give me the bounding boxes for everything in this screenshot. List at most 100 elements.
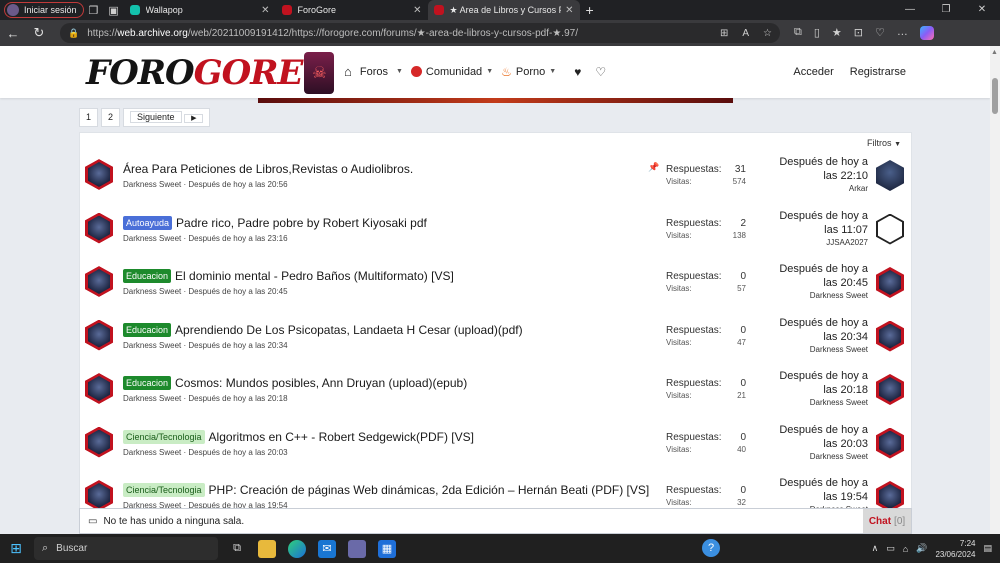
last-poster-avatar[interactable] xyxy=(876,213,904,245)
thread-row[interactable]: Autoayuda Padre rico, Padre pobre by Robe… xyxy=(80,209,913,262)
thread-prefix-badge[interactable]: Educacion xyxy=(123,376,172,390)
filters-button[interactable]: Filtros ▼ xyxy=(867,138,901,148)
app-icon[interactable] xyxy=(348,539,366,558)
extensions-icon[interactable]: ⧉ xyxy=(794,26,802,40)
page-scrollbar[interactable]: ▲ xyxy=(990,46,1000,534)
thread-title-link[interactable]: El dominio mental - Pedro Baños (Multifo… xyxy=(175,269,454,283)
url-field[interactable]: 🔒 https://web.archive.org/web/2021100919… xyxy=(60,23,780,43)
thread-author-link[interactable]: Darkness Sweet xyxy=(123,448,181,457)
thread-author-link[interactable]: Darkness Sweet xyxy=(123,394,181,403)
last-poster-avatar[interactable] xyxy=(876,427,904,459)
tray-chevron-up-icon[interactable]: ∧ xyxy=(872,543,879,554)
last-post-date[interactable]: Después de hoy a las 20:18 xyxy=(770,369,868,397)
browser-tab[interactable]: ForoGore ✕ xyxy=(276,0,428,20)
thread-title-link[interactable]: Aprendiendo De Los Psicopatas, Landaeta … xyxy=(175,323,523,337)
tab-actions-icon[interactable]: ▣ xyxy=(104,0,124,20)
thread-author-link[interactable]: Darkness Sweet xyxy=(123,287,181,296)
thread-prefix-badge[interactable]: Educacion xyxy=(123,269,172,283)
thread-title-link[interactable]: Padre rico, Padre pobre by Robert Kiyosa… xyxy=(176,216,427,230)
thread-author-link[interactable]: Darkness Sweet xyxy=(123,341,181,350)
profile-button[interactable]: Iniciar sesión xyxy=(4,2,84,18)
collections-icon[interactable]: ⊡ xyxy=(854,26,863,40)
chat-toggle-button[interactable]: Chat [0] xyxy=(863,509,911,533)
copilot-icon[interactable] xyxy=(919,26,934,40)
login-link[interactable]: Acceder xyxy=(793,66,833,78)
author-avatar[interactable] xyxy=(85,373,113,404)
author-avatar[interactable] xyxy=(85,426,113,458)
thread-prefix-badge[interactable]: Ciencia/Tecnologia xyxy=(123,483,205,497)
thread-author-link[interactable]: Darkness Sweet xyxy=(123,180,181,189)
last-poster-avatar[interactable] xyxy=(876,320,904,352)
last-post-date[interactable]: Después de hoy a las 20:45 xyxy=(770,262,868,290)
taskbar-search[interactable]: ⌕ Buscar xyxy=(34,537,218,560)
page-1-link[interactable]: 1 xyxy=(79,108,99,127)
apps-icon[interactable]: ⊞ xyxy=(720,28,728,39)
close-tab-icon[interactable]: ✕ xyxy=(565,5,573,16)
heart-outline-icon[interactable]: ♡ xyxy=(595,65,606,79)
volume-icon[interactable]: 🔊 xyxy=(916,543,927,554)
browser-essentials-icon[interactable]: ♡ xyxy=(875,26,885,40)
last-post-user[interactable]: Darkness Sweet xyxy=(770,344,868,356)
back-icon[interactable]: ← xyxy=(0,26,26,41)
thread-row[interactable]: Educacion Aprendiendo De Los Psicopatas, … xyxy=(80,316,913,369)
nav-foros[interactable]: Foros xyxy=(360,66,388,78)
file-explorer-icon[interactable] xyxy=(258,539,276,558)
last-post-user[interactable]: Arkar xyxy=(770,183,868,195)
minimize-icon[interactable]: — xyxy=(892,0,928,20)
split-screen-icon[interactable]: ▯ xyxy=(814,26,820,40)
last-poster-avatar[interactable] xyxy=(876,267,904,298)
author-avatar[interactable] xyxy=(85,159,113,190)
thread-prefix-badge[interactable]: Educacion xyxy=(123,322,172,337)
home-icon[interactable]: ⌂ xyxy=(344,64,352,79)
last-post-user[interactable]: Darkness Sweet xyxy=(770,290,868,302)
last-post-date[interactable]: Después de hoy a las 20:34 xyxy=(770,316,868,344)
more-menu-icon[interactable]: … xyxy=(897,26,908,40)
new-tab-button[interactable]: + xyxy=(580,2,600,18)
help-icon[interactable]: ? xyxy=(702,539,720,557)
thread-title-link[interactable]: PHP: Creación de páginas Web dinámicas, … xyxy=(209,483,650,497)
thread-prefix-badge[interactable]: Autoayuda xyxy=(123,215,173,230)
next-page-link[interactable]: Siguiente ▶ xyxy=(123,108,211,127)
last-poster-avatar[interactable] xyxy=(876,160,904,191)
last-post-user[interactable]: JJSAA2027 xyxy=(770,237,868,249)
notifications-icon[interactable]: ▤ xyxy=(983,543,992,554)
thread-row[interactable]: Área Para Peticiones de Libros,Revistas … xyxy=(80,155,913,208)
thread-title-link[interactable]: Área Para Peticiones de Libros,Revistas … xyxy=(123,162,413,176)
edge-browser-icon[interactable] xyxy=(288,539,306,558)
favorites-icon[interactable]: ★ xyxy=(832,26,842,40)
foros-dropdown-caret-icon[interactable]: ▼ xyxy=(396,68,403,75)
last-post-date[interactable]: Después de hoy a las 19:54 xyxy=(770,476,868,504)
register-link[interactable]: Registrarse xyxy=(850,66,906,78)
thread-title-link[interactable]: Algoritmos en C++ - Robert Sedgewick(PDF… xyxy=(209,430,474,444)
close-window-icon[interactable]: ✕ xyxy=(964,0,1000,20)
maximize-icon[interactable]: ❐ xyxy=(928,0,964,20)
thread-prefix-badge[interactable]: Ciencia/Tecnologia xyxy=(123,429,205,444)
last-poster-avatar[interactable] xyxy=(876,374,904,405)
site-logo[interactable]: FORO GORE ☠ xyxy=(86,52,335,94)
author-avatar[interactable] xyxy=(85,480,113,511)
close-tab-icon[interactable]: ✕ xyxy=(413,5,421,16)
task-view-icon[interactable]: ⧉ xyxy=(228,540,246,558)
browser-tab[interactable]: ★ Area de Libros y Cursos PDF ★✕ xyxy=(427,0,580,20)
network-icon[interactable]: ⌂ xyxy=(903,544,908,554)
author-avatar[interactable] xyxy=(85,212,113,244)
heart-filled-icon[interactable]: ♥ xyxy=(574,65,581,79)
last-post-date[interactable]: Después de hoy a las 20:03 xyxy=(770,423,868,451)
refresh-icon[interactable]: ↻ xyxy=(26,25,52,41)
thread-title-link[interactable]: Cosmos: Mundos posibles, Ann Druyan (upl… xyxy=(175,376,467,390)
nav-comunidad[interactable]: Comunidad ▼ xyxy=(410,66,493,78)
browser-tab[interactable]: Wallapop ✕ xyxy=(124,0,276,20)
page-2-link[interactable]: 2 xyxy=(101,108,121,127)
last-post-user[interactable]: Darkness Sweet xyxy=(770,451,868,463)
author-avatar[interactable] xyxy=(85,319,113,351)
scroll-up-icon[interactable]: ▲ xyxy=(991,49,998,56)
last-post-user[interactable]: Darkness Sweet xyxy=(770,397,868,409)
thread-row[interactable]: Educacion Cosmos: Mundos posibles, Ann Dr… xyxy=(80,369,913,422)
nav-porno[interactable]: ♨ Porno ▼ xyxy=(501,65,556,79)
author-avatar[interactable] xyxy=(85,266,113,297)
scrollbar-thumb[interactable] xyxy=(992,78,998,114)
battery-icon[interactable]: ▭ xyxy=(886,543,895,554)
last-post-date[interactable]: Después de hoy a las 11:07 xyxy=(770,209,868,237)
thread-row[interactable]: Educacion El dominio mental - Pedro Baños… xyxy=(80,262,913,315)
thread-author-link[interactable]: Darkness Sweet xyxy=(123,234,181,243)
